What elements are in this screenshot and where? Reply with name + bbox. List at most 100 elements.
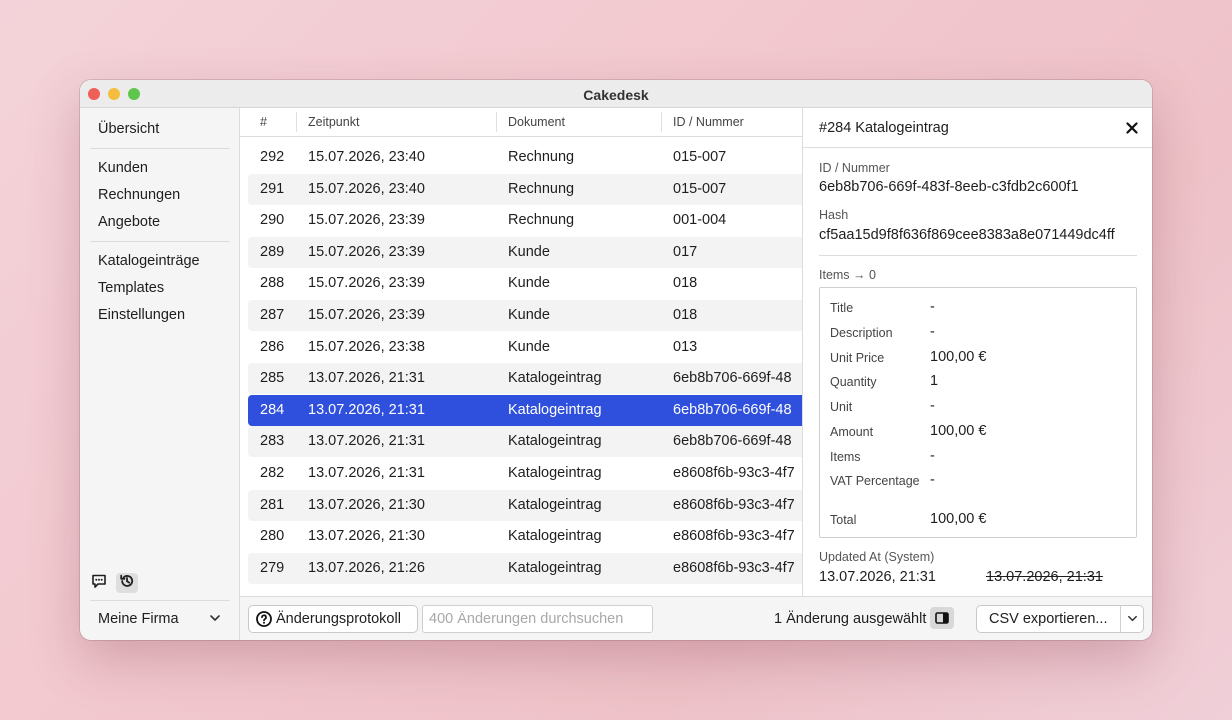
cell-number: 284 <box>260 401 285 418</box>
cell-number: 290 <box>260 212 285 229</box>
table-row[interactable]: 289 15.07.2026, 23:39 Kunde 017 <box>248 236 802 268</box>
cell-document: Kunde <box>508 275 550 292</box>
detail-header: #284 Katalogeintrag <box>803 108 1152 148</box>
field-value: 100,00 € <box>930 423 987 439</box>
cell-document: Katalogeintrag <box>508 465 602 481</box>
column-header-document[interactable]: Dokument <box>508 115 565 129</box>
cell-id: e8608f6b-93c3-4f7 <box>673 496 795 513</box>
cell-time: 15.07.2026, 23:40 <box>308 149 425 165</box>
chevron-down-icon[interactable] <box>208 611 222 630</box>
field-key: Unit <box>830 400 853 414</box>
field-key: Total <box>830 513 857 527</box>
app-window: Cakedesk Übersicht Kunden Rechnungen Ang… <box>80 80 1152 640</box>
table-row[interactable]: 280 13.07.2026, 21:30 Katalogeintrag e8608f… <box>248 521 802 552</box>
table-row[interactable]: 285 13.07.2026, 21:31 Katalogeintrag 6eb8b7… <box>248 363 802 395</box>
cell-id: e8608f6b-93c3-4f7 <box>673 528 795 545</box>
cell-document: Rechnung <box>508 212 575 229</box>
column-divider <box>496 112 497 132</box>
table-row[interactable]: 284 13.07.2026, 21:31 Katalogeintrag 6eb8b7… <box>248 394 802 426</box>
column-header-time[interactable]: Zeitpunkt <box>308 115 359 129</box>
item-fields-box: Title - Description - Unit Price 100,00 € Quan… <box>819 287 1137 538</box>
cell-time: 13.07.2026, 21:30 <box>308 528 425 545</box>
cell-time: 15.07.2026, 23:40 <box>308 180 425 197</box>
field-value: - <box>930 398 935 414</box>
detail-panel: #284 Katalogeintrag ID / Nummer 6eb8b706… <box>802 108 1152 596</box>
changelog-button[interactable]: Änderungsprotokoll <box>248 605 418 633</box>
column-header-id[interactable]: ID / Nummer <box>673 115 744 129</box>
updated-label: Updated At (System) <box>819 550 935 564</box>
table-row[interactable]: 283 13.07.2026, 21:31 Katalogeintrag 6eb8b7… <box>248 426 802 458</box>
chevron-down-icon[interactable] <box>1126 612 1139 625</box>
sidebar-item-catalog[interactable]: Katalogeinträge <box>98 253 200 269</box>
cell-number: 287 <box>260 307 285 323</box>
cell-time: 15.07.2026, 23:39 <box>308 307 425 323</box>
sidebar-item-overview[interactable]: Übersicht <box>98 121 159 137</box>
cell-time: 15.07.2026, 23:39 <box>308 243 425 260</box>
export-csv-button[interactable]: CSV exportieren... <box>976 605 1144 633</box>
id-value: 6eb8b706-669f-483f-8eeb-c3fdb2c600f1 <box>819 179 1079 195</box>
cell-id: 001-004 <box>673 212 727 229</box>
sidebar-item-quotes[interactable]: Angebote <box>98 214 160 230</box>
speech-bubble-icon <box>91 573 107 594</box>
cell-document: Katalogeintrag <box>508 496 602 513</box>
field-key: Description <box>830 326 893 340</box>
cell-number: 289 <box>260 243 285 260</box>
detail-title: #284 Katalogeintrag <box>819 120 949 136</box>
table-row[interactable]: 281 13.07.2026, 21:30 Katalogeintrag e8608f… <box>248 489 802 521</box>
table-row[interactable]: 287 15.07.2026, 23:39 Kunde 018 <box>248 300 802 331</box>
history-button[interactable] <box>116 573 138 593</box>
cell-id: e8608f6b-93c3-4f7 <box>673 465 795 481</box>
cell-number: 282 <box>260 465 285 481</box>
cell-number: 279 <box>260 559 285 576</box>
table-row[interactable]: 279 13.07.2026, 21:26 Katalogeintrag e8608f… <box>248 552 802 584</box>
cell-number: 286 <box>260 338 285 355</box>
sidebar-item-customers[interactable]: Kunden <box>98 160 148 176</box>
cell-document: Kunde <box>508 338 550 355</box>
sidebar-item-settings[interactable]: Einstellungen <box>98 307 185 323</box>
field-key: Items <box>830 450 861 464</box>
cell-id: 015-007 <box>673 180 727 197</box>
field-key: Quantity <box>830 375 877 389</box>
column-divider <box>661 112 662 132</box>
cell-number: 291 <box>260 180 285 197</box>
updated-old-value: 13.07.2026, 21:31 <box>986 569 1103 585</box>
cell-id: 018 <box>673 275 698 292</box>
cell-document: Katalogeintrag <box>508 370 602 387</box>
cell-time: 13.07.2026, 21:31 <box>308 370 425 387</box>
table-row[interactable]: 286 15.07.2026, 23:38 Kunde 013 <box>248 332 802 363</box>
changes-search-input[interactable] <box>422 605 653 633</box>
close-icon[interactable] <box>1126 121 1138 139</box>
window-title: Cakedesk <box>583 87 649 103</box>
cell-number: 283 <box>260 433 285 450</box>
table-row[interactable]: 282 13.07.2026, 21:31 Katalogeintrag e8608f… <box>248 458 802 489</box>
detail-divider <box>819 255 1137 256</box>
column-divider <box>296 112 297 132</box>
cell-document: Kunde <box>508 307 550 323</box>
company-selector[interactable]: Meine Firma <box>98 611 179 627</box>
cell-time: 15.07.2026, 23:39 <box>308 212 425 229</box>
table-header: # Zeitpunkt Dokument ID / Nummer <box>240 108 802 137</box>
sidebar-divider <box>90 241 230 242</box>
column-header-number[interactable]: # <box>260 115 267 129</box>
table-row[interactable]: 288 15.07.2026, 23:39 Kunde 018 <box>248 268 802 299</box>
field-key: Title <box>830 301 854 315</box>
cell-number: 288 <box>260 275 285 292</box>
field-key: VAT Percentage <box>830 474 920 488</box>
feedback-button[interactable] <box>88 573 110 593</box>
field-value: 100,00 € <box>930 511 987 527</box>
table-row[interactable]: 292 15.07.2026, 23:40 Rechnung 015-007 <box>248 142 802 173</box>
field-value: 100,00 € <box>930 349 987 365</box>
cell-document: Rechnung <box>508 180 575 197</box>
sidebar-item-templates[interactable]: Templates <box>98 280 164 296</box>
sidebar-divider <box>90 600 230 601</box>
cell-number: 285 <box>260 370 285 387</box>
table-row[interactable]: 291 15.07.2026, 23:40 Rechnung 015-007 <box>248 173 802 205</box>
bottom-toolbar: Änderungsprotokoll 1 Änderung ausgewählt… <box>240 596 1152 640</box>
cell-id: 6eb8b706-669f-48 <box>673 433 792 450</box>
toggle-detail-panel-button[interactable] <box>930 607 954 629</box>
export-csv-label: CSV exportieren... <box>989 611 1108 627</box>
cell-time: 13.07.2026, 21:31 <box>308 465 425 481</box>
table-row[interactable]: 290 15.07.2026, 23:39 Rechnung 001-004 <box>248 205 802 236</box>
sidebar-item-invoices[interactable]: Rechnungen <box>98 187 180 203</box>
cell-id: e8608f6b-93c3-4f7 <box>673 559 795 576</box>
